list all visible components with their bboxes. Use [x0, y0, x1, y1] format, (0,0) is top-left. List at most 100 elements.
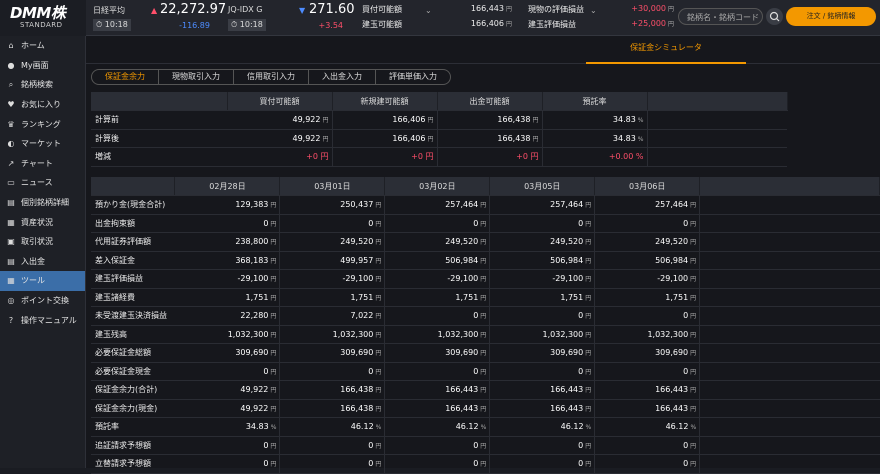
- table-cell: 0円: [489, 362, 596, 381]
- table-cell: 0円: [489, 214, 596, 233]
- table-cell: 166,443 円: [489, 380, 596, 400]
- sidebar-item[interactable]: ♛ ランキング: [0, 114, 85, 134]
- table-cell: 368,183 円: [174, 251, 281, 270]
- table-cell: -29,100 円: [594, 269, 701, 289]
- table-cell: 257,464 円: [384, 195, 491, 215]
- power-summary: 買付可能額 166,443 円 建玉可能額 166,406 円: [362, 4, 513, 29]
- table-cell: 0円: [384, 436, 491, 455]
- table-row: 保証金余力(現金) 49,922 円 166,438 円 166,443 円 166,443 円…: [91, 399, 880, 418]
- index-change: -116.89: [179, 21, 210, 30]
- column-header: [647, 92, 788, 111]
- table-cell: -29,100 円: [384, 269, 491, 289]
- sidebar-item[interactable]: ♥ お気に入り: [0, 95, 85, 115]
- table-cell: 506,984 円: [489, 251, 596, 270]
- row-label: 預かり金(現金合計): [91, 195, 175, 215]
- column-header: 預託率: [542, 92, 648, 111]
- chevron-down-icon[interactable]: ⌄: [590, 6, 597, 15]
- column-header: 02月28日: [174, 177, 281, 196]
- sidebar-item[interactable]: ↗ チャート: [0, 154, 85, 174]
- order-button[interactable]: 注文 / 銘柄情報: [786, 7, 876, 26]
- table-cell: 257,464 円: [594, 195, 701, 215]
- table-cell: 0円: [594, 454, 701, 474]
- sidebar-item[interactable]: ▤ 入出金: [0, 252, 85, 272]
- subtab[interactable]: 信用取引入力: [234, 70, 309, 84]
- table-row: 差入保証金 368,183 円 499,957 円 506,984 円 506,984 円 506…: [91, 251, 880, 270]
- row-label: 出金拘束額: [91, 214, 175, 233]
- index-value: 22,272.97: [160, 2, 227, 17]
- column-header: 03月01日: [279, 177, 386, 196]
- spot-pl-value: +30,000: [631, 4, 666, 13]
- sidebar-item[interactable]: ▦ 資産状況: [0, 212, 85, 232]
- sidebar-item[interactable]: ▭ ニュース: [0, 173, 85, 193]
- table-cell: 46.12%: [594, 417, 701, 437]
- sidebar-icon: ⌂: [8, 41, 14, 51]
- table-cell: 0円: [594, 214, 701, 233]
- subtab[interactable]: 評価単価入力: [376, 70, 450, 84]
- table-cell: 0円: [489, 306, 596, 326]
- column-header: 03月06日: [594, 177, 701, 196]
- sidebar: ⌂ ホーム ● My画面 ⌕ 銘柄検索 ♥ お気に入り ♛ ランキング ◐ マーケット ↗ チャート ▭ ニュ…: [0, 36, 86, 468]
- table-cell: 309,690 円: [384, 343, 491, 363]
- sidebar-item-label: ホーム: [21, 41, 45, 51]
- table-cell: 46.12%: [489, 417, 596, 437]
- index-value: 271.60: [309, 2, 355, 17]
- table-row: 建玉評価損益 -29,100 円 -29,100 円 -29,100 円 -29,100 円 -2…: [91, 269, 880, 289]
- row-label: 立替請求予想額: [91, 454, 175, 474]
- sidebar-item[interactable]: ◎ ポイント交換: [0, 291, 85, 311]
- sidebar-item[interactable]: ● My画面: [0, 56, 85, 76]
- sidebar-item[interactable]: ▤ 個別銘柄詳細: [0, 193, 85, 213]
- table-cell: 1,032,300 円: [384, 325, 491, 344]
- up-arrow-icon: ▲: [151, 6, 158, 15]
- table-cell: 1,032,300 円: [594, 325, 701, 344]
- sidebar-icon: ▭: [7, 178, 15, 188]
- search-input[interactable]: 銘柄名・銘柄コード: [678, 8, 763, 25]
- index-nikkei[interactable]: 日経平均 ▲ 22,272.97 ⏱ 10:18 -116.89: [93, 0, 226, 36]
- table-cell: 166,438 円: [279, 380, 386, 400]
- subtab[interactable]: 現物取引入力: [159, 70, 234, 84]
- column-header: 03月05日: [489, 177, 596, 196]
- table-cell: 166,443 円: [384, 399, 491, 418]
- table-cell: 0円: [279, 436, 386, 455]
- subtab[interactable]: 保証金余力: [92, 70, 159, 84]
- table-cell: 7,022 円: [279, 306, 386, 326]
- sidebar-item[interactable]: ▦ ツール: [0, 271, 85, 291]
- table-cell: -29,100 円: [489, 269, 596, 289]
- pl-summary: 現物の評価損益 +30,000 円 建玉評価損益 +25,000 円: [528, 4, 675, 29]
- table-cell: 0円: [384, 454, 491, 474]
- table-cell: 0円: [279, 214, 386, 233]
- row-label: 代用証券評価額: [91, 232, 175, 252]
- table-row: 預託率 34.83% 46.12% 46.12% 46.12% 46.12%: [91, 417, 880, 437]
- subtab[interactable]: 入出金入力: [309, 70, 376, 84]
- sidebar-item[interactable]: ⌂ ホーム: [0, 36, 85, 56]
- table-cell: 34.83%: [542, 129, 648, 148]
- table-row: 建玉残高 1,032,300 円 1,032,300 円 1,032,300 円 1,032,…: [91, 325, 880, 344]
- table-row: 預かり金(現金合計) 129,383 円 250,437 円 257,464 円 257,46…: [91, 195, 880, 215]
- table-row: 未受渡建玉決済損益 22,280 円 7,022 円 0 円 0 円 0 円: [91, 306, 880, 326]
- table-cell: 0円: [489, 436, 596, 455]
- row-label: 建玉評価損益: [91, 269, 175, 289]
- brand-logo[interactable]: DMM株 STANDARD: [0, 0, 86, 36]
- sidebar-item[interactable]: ▣ 取引状況: [0, 232, 85, 252]
- sidebar-icon: ▤: [7, 256, 15, 266]
- sidebar-item[interactable]: ? 操作マニュアル: [0, 310, 85, 330]
- column-header: 03月02日: [384, 177, 491, 196]
- sidebar-item[interactable]: ⌕ 銘柄検索: [0, 75, 85, 95]
- table-cell: 1,751 円: [384, 288, 491, 307]
- search-button[interactable]: [766, 8, 783, 25]
- sidebar-item-label: 取引状況: [21, 237, 53, 247]
- table-cell: 166,443 円: [489, 399, 596, 418]
- row-label: 必要保証金総額: [91, 343, 175, 363]
- sidebar-item-label: 入出金: [21, 256, 45, 266]
- table-cell: 238,800 円: [174, 232, 281, 252]
- table-cell: 0円: [594, 362, 701, 381]
- chevron-down-icon[interactable]: ⌄: [425, 6, 432, 15]
- index-jq[interactable]: JQ-IDX G ▼ 271.60 ⏱ 10:18 +3.54: [228, 0, 355, 36]
- sidebar-item-label: 個別銘柄詳細: [21, 198, 69, 208]
- buy-power-label: 買付可能額: [362, 5, 402, 14]
- tab-margin-simulator[interactable]: 保証金シミュレータ: [586, 36, 746, 64]
- sidebar-item[interactable]: ◐ マーケット: [0, 134, 85, 154]
- table-cell: 309,690 円: [489, 343, 596, 363]
- sidebar-item-label: My画面: [21, 60, 49, 70]
- table-row: 出金拘束額 0 円 0 円 0 円 0 円 0 円: [91, 214, 880, 233]
- index-name: 日経平均: [93, 6, 125, 15]
